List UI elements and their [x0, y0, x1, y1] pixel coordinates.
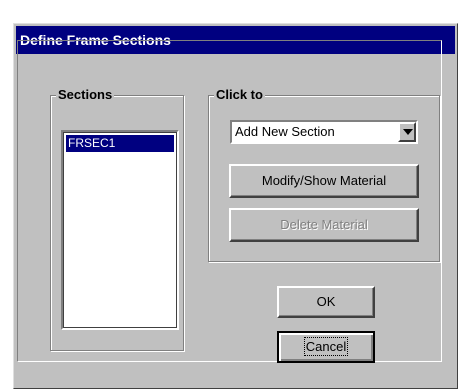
modify-show-material-label: Modify/Show Material — [261, 173, 387, 188]
delete-material-button[interactable]: Delete Material — [229, 208, 419, 242]
cancel-label: Cancel — [303, 337, 349, 356]
sections-group-label: Sections — [56, 87, 115, 103]
dropdown-value: Add New Section — [235, 124, 335, 139]
ok-button[interactable]: OK — [277, 286, 375, 318]
ok-label: OK — [316, 294, 336, 309]
modify-show-material-button[interactable]: Modify/Show Material — [229, 164, 419, 198]
sections-group: Sections FRSEC1 — [50, 87, 184, 351]
section-type-dropdown[interactable]: Add New Section — [230, 120, 418, 144]
chevron-down-icon — [403, 129, 413, 135]
list-item[interactable]: FRSEC1 — [66, 135, 174, 152]
dropdown-arrow-button[interactable] — [398, 122, 416, 142]
cancel-button[interactable]: Cancel — [277, 331, 375, 363]
click-to-group-label: Click to — [214, 87, 265, 103]
delete-material-label: Delete Material — [280, 217, 368, 232]
sections-listbox[interactable]: FRSEC1 — [61, 130, 179, 330]
